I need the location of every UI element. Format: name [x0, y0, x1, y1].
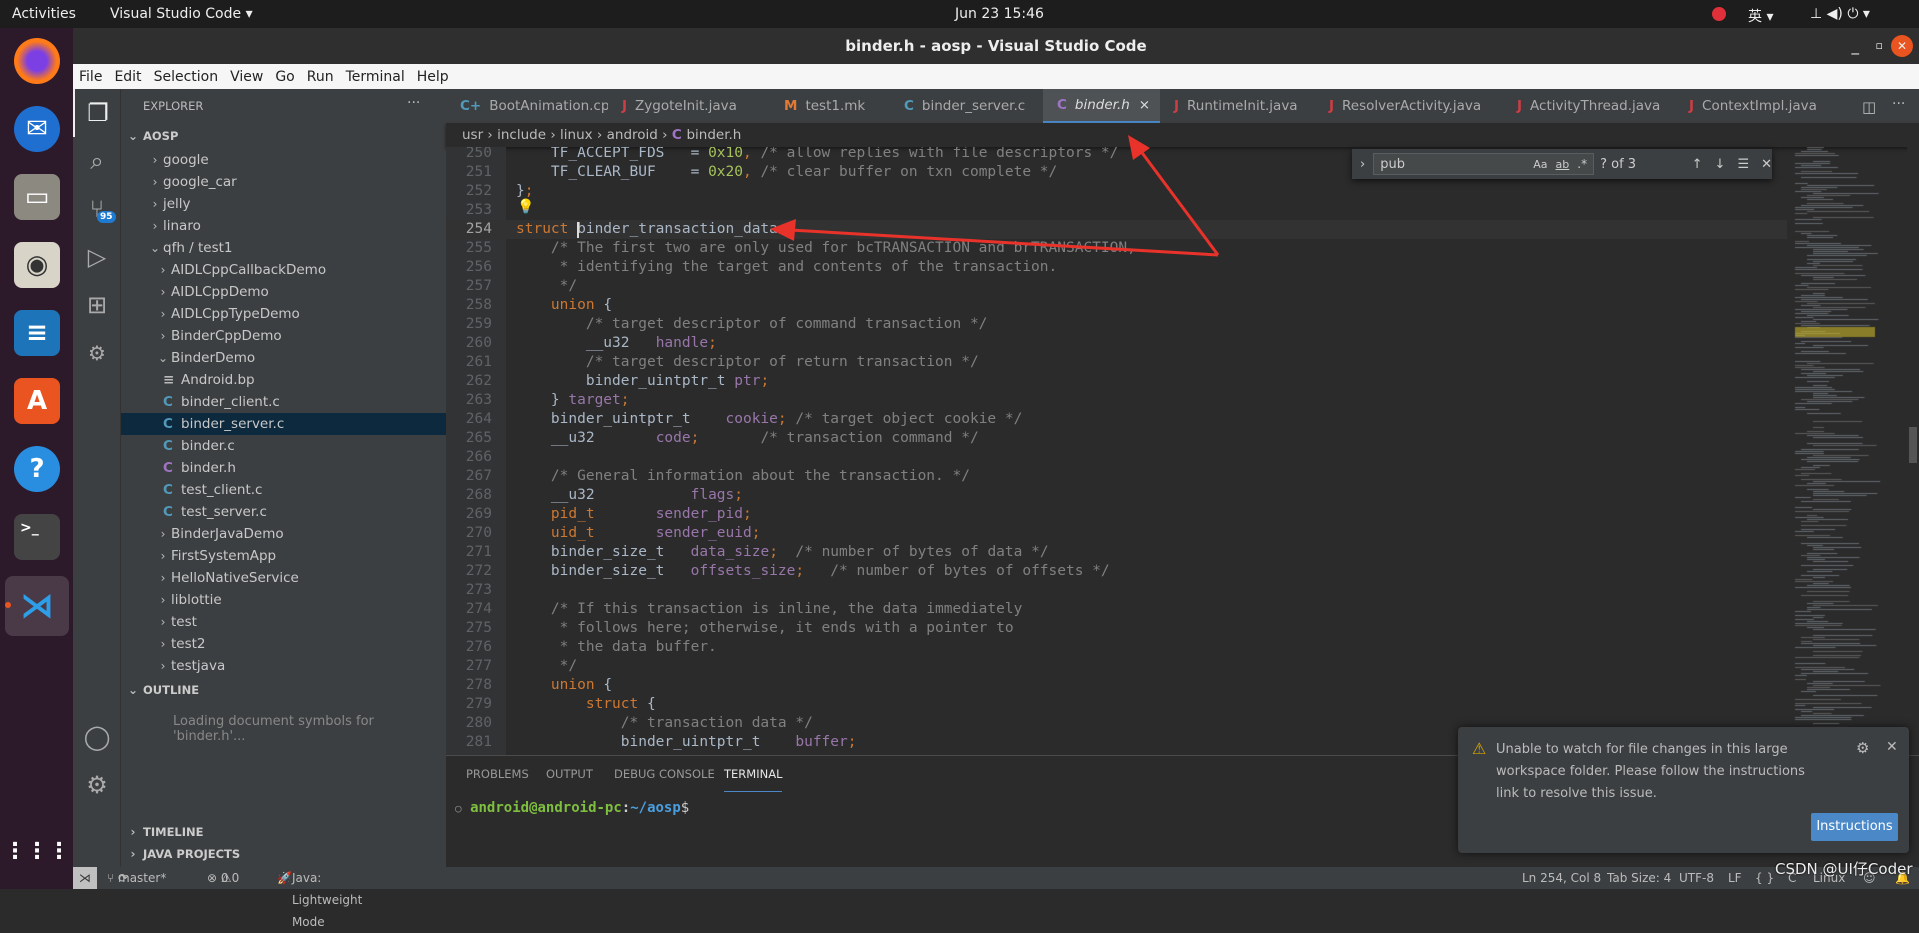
tab-terminal[interactable]: TERMINAL	[724, 766, 783, 792]
terminal[interactable]: ○ android@android-pc:~/aosp$	[455, 800, 689, 816]
notification-toast: ⚠ Unable to watch for file changes in th…	[1458, 727, 1909, 853]
status-bar: ⋊ ⑂ master* ⟳ ⊗ 0 ⚠ 0 🚀 Java: Lightweigh…	[73, 867, 1919, 929]
tab-problems[interactable]: PROBLEMS	[466, 766, 529, 792]
watermark: CSDN @UI仔Coder	[1775, 860, 1913, 878]
java-mode: Java: Lightweight Mode	[291, 871, 363, 929]
tab-debug-console[interactable]: DEBUG CONSOLE	[614, 766, 715, 792]
problems-count[interactable]: ⊗ 0 ⚠ 0	[207, 867, 239, 889]
encoding[interactable]: UTF-8	[1679, 867, 1714, 889]
terminal-path: ~/aosp	[630, 800, 681, 816]
java-status[interactable]: 🚀 Java: Lightweight Mode	[277, 867, 362, 929]
arrow-head-tab	[1128, 135, 1150, 160]
terminal-status-icon: ○	[455, 802, 462, 815]
branch-name: master*	[118, 871, 167, 885]
notification-message: Unable to watch for file changes in this…	[1496, 742, 1805, 801]
notification-close-icon[interactable]: ✕	[1886, 739, 1898, 755]
line-ending[interactable]: LF	[1728, 867, 1742, 889]
warning-icon: ⚠	[1472, 739, 1487, 758]
tab-output[interactable]: OUTPUT	[546, 766, 593, 792]
arrow-to-struct	[789, 228, 1219, 257]
arrow-to-tab	[1138, 149, 1220, 256]
terminal-separator: :	[621, 800, 631, 816]
terminal-user-host: android@android-pc	[470, 800, 622, 816]
notification-settings-gear-icon[interactable]: ⚙	[1856, 739, 1869, 757]
language-braces-icon[interactable]: { }	[1755, 867, 1774, 889]
error-count: 0	[220, 871, 229, 885]
git-branch[interactable]: ⑂ master* ⟳	[107, 867, 166, 889]
cursor-position[interactable]: Ln 254, Col 8	[1522, 867, 1601, 889]
instructions-button[interactable]: Instructions	[1811, 813, 1898, 841]
arrow-head-struct	[770, 219, 796, 241]
terminal-prompt: $	[680, 800, 690, 816]
remote-icon[interactable]: ⋊	[73, 867, 97, 889]
tab-size[interactable]: Tab Size: 4	[1607, 867, 1671, 889]
warning-count: 0	[231, 871, 240, 885]
